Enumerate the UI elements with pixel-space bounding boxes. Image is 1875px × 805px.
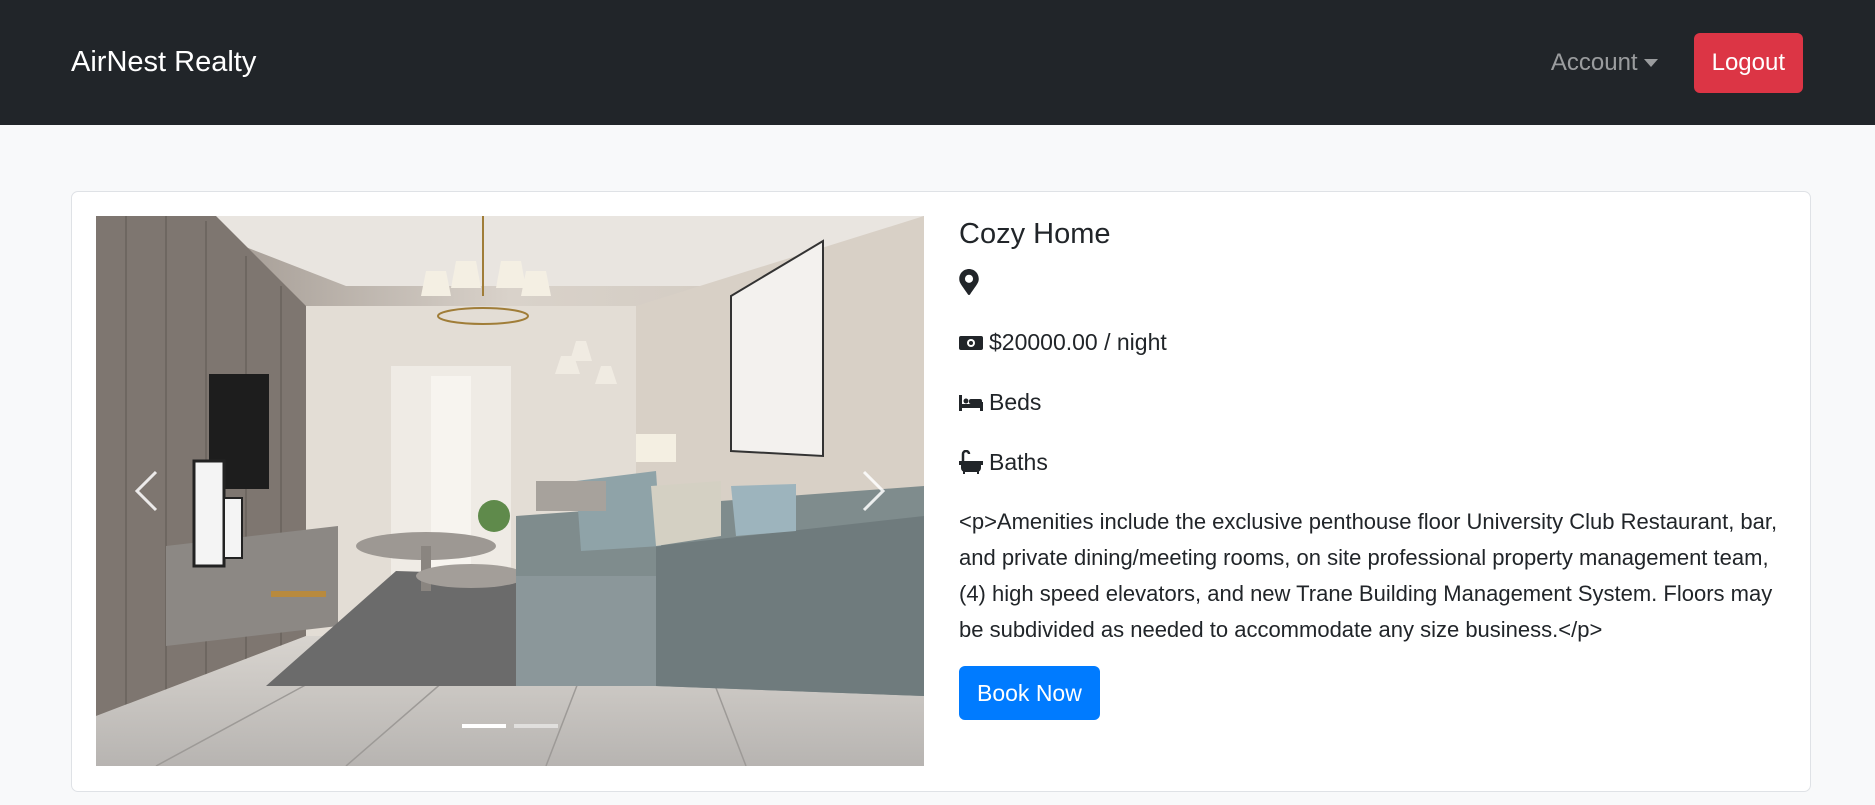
listing-card: Cozy Home $20000.00 / night Beds Baths <… [71,191,1811,792]
navbar: AirNest Realty Account Logout [0,0,1875,125]
living-room-photo [96,216,924,766]
book-now-button[interactable]: Book Now [959,666,1100,720]
map-marker-icon [959,269,979,295]
brand-link[interactable]: AirNest Realty [71,46,256,79]
carousel-indicators [96,724,924,728]
caret-down-icon [1643,58,1658,67]
listing-info: Cozy Home $20000.00 / night Beds Baths <… [959,216,1779,720]
bath-icon [959,450,983,474]
logout-button[interactable]: Logout [1693,32,1803,93]
chevron-left-icon [134,470,158,512]
carousel-indicator[interactable] [462,724,506,728]
nav-right: Account Logout [1551,32,1803,93]
listing-title: Cozy Home [959,218,1111,250]
beds-row: Beds [959,384,1779,420]
account-label: Account [1550,48,1638,76]
baths-text: Baths [989,448,1048,475]
chevron-right-icon [862,470,886,512]
image-carousel [96,216,924,766]
price-row: $20000.00 / night [959,324,1779,360]
location-row [959,264,1779,300]
carousel-next-button[interactable] [854,461,894,521]
money-bill-icon [959,336,983,350]
listing-description: <p>Amenities include the exclusive penth… [959,509,1778,642]
account-dropdown[interactable]: Account [1551,49,1658,77]
carousel-indicator[interactable] [514,724,558,728]
carousel-prev-button[interactable] [126,461,166,521]
price-text: $20000.00 / night [989,328,1167,355]
beds-text: Beds [989,388,1042,415]
baths-row: Baths [959,444,1779,480]
bed-icon [959,395,983,411]
